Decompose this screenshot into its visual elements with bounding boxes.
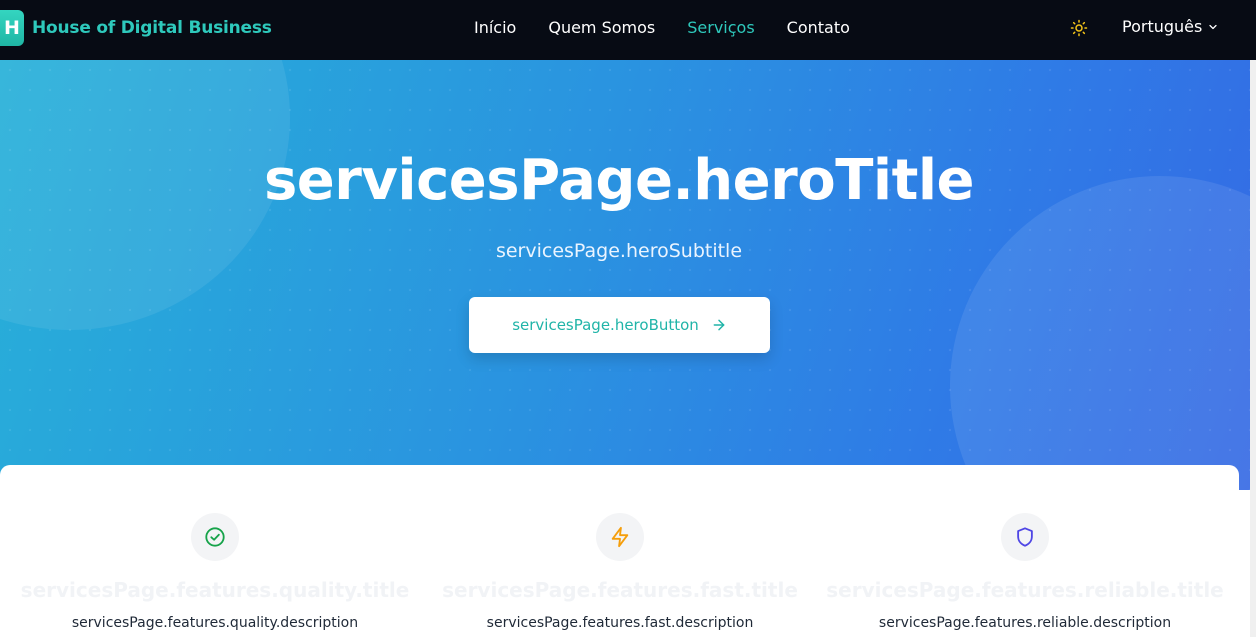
theme-toggle-button[interactable] xyxy=(1070,19,1088,37)
feature-description: servicesPage.features.fast.description xyxy=(486,615,754,631)
features-section: servicesPage.features.quality.title serv… xyxy=(0,465,1239,637)
language-select[interactable]: Português xyxy=(1122,17,1219,36)
language-label: Português xyxy=(1122,17,1203,36)
nav-link-contato[interactable]: Contato xyxy=(787,18,850,37)
arrow-right-icon xyxy=(713,319,725,331)
lightning-bolt-icon xyxy=(611,526,629,548)
hero-button-label: servicesPage.heroButton xyxy=(512,316,699,334)
feature-title: servicesPage.features.quality.title xyxy=(20,578,410,602)
nav-link-servicos[interactable]: Serviços xyxy=(687,18,754,37)
chevron-down-icon xyxy=(1209,24,1217,29)
brand-name[interactable]: House of Digital Business xyxy=(32,18,272,38)
feature-icon-wrapper xyxy=(1001,513,1049,561)
page-scrollbar[interactable] xyxy=(1250,60,1256,637)
brand-logo[interactable]: H xyxy=(0,10,24,46)
feature-description: servicesPage.features.reliable.descripti… xyxy=(878,615,1172,631)
top-navbar: H House of Digital Business Início Quem … xyxy=(0,0,1256,60)
hero-title: servicesPage.heroTitle xyxy=(263,148,975,213)
feature-title: servicesPage.features.fast.title xyxy=(442,578,798,602)
feature-icon-wrapper xyxy=(191,513,239,561)
shield-icon xyxy=(1017,527,1033,547)
feature-description: servicesPage.features.quality.descriptio… xyxy=(71,615,359,631)
hero-section: servicesPage.heroTitle servicesPage.hero… xyxy=(0,60,1256,490)
nav-link-quem-somos[interactable]: Quem Somos xyxy=(548,18,655,37)
feature-icon-wrapper xyxy=(596,513,644,561)
sun-icon xyxy=(1070,19,1088,37)
feature-title: servicesPage.features.reliable.title xyxy=(826,578,1224,602)
hero-cta-button[interactable]: servicesPage.heroButton xyxy=(469,297,770,353)
hero-subtitle: servicesPage.heroSubtitle xyxy=(495,240,743,262)
nav-link-inicio[interactable]: Início xyxy=(474,18,516,37)
brand[interactable]: H House of Digital Business xyxy=(0,10,272,46)
check-circle-icon xyxy=(205,527,225,547)
nav-links: Início Quem Somos Serviços Contato xyxy=(474,18,882,37)
